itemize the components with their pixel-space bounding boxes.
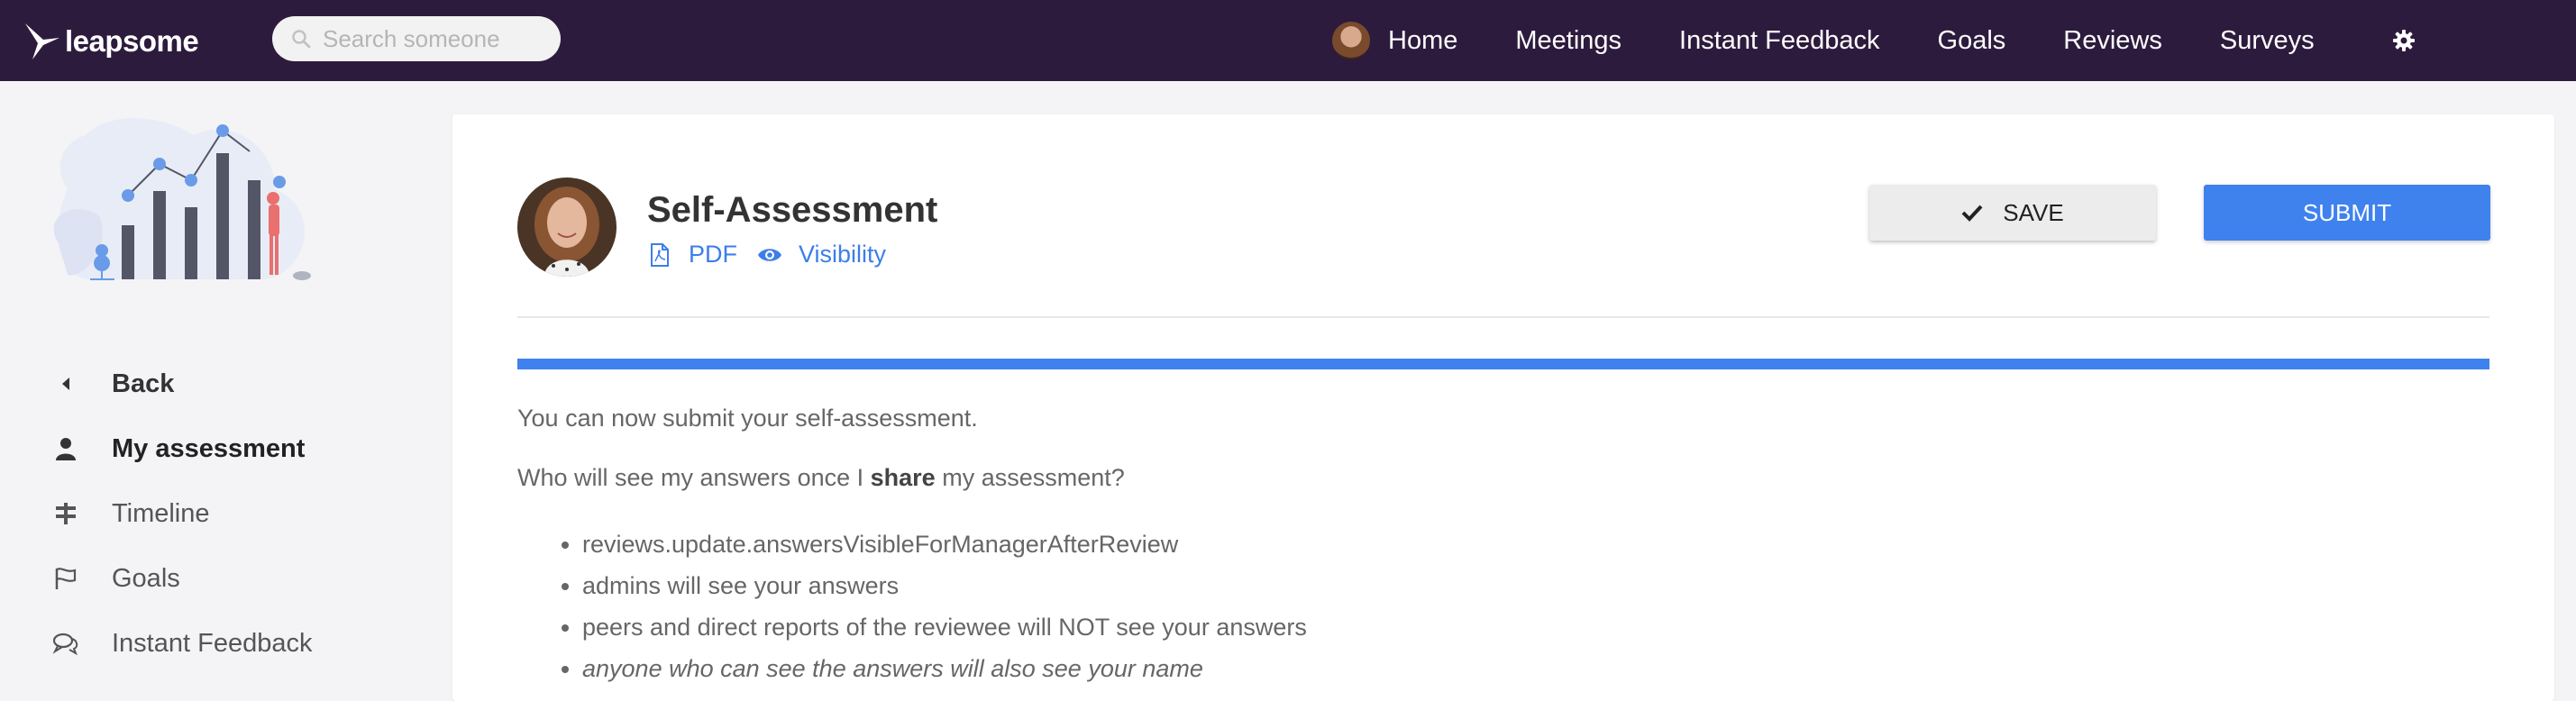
assessment-links: PDF Visibility	[647, 241, 890, 269]
signpost-icon	[52, 500, 79, 527]
intro-text: You can now submit your self-assessment.	[517, 405, 978, 432]
sidebar-item-label: Goals	[112, 563, 180, 593]
brand-logo[interactable]: leapsome	[23, 18, 199, 65]
header-divider	[517, 316, 2489, 318]
sidebar-item-label: My assessment	[112, 433, 306, 463]
question-prefix: Who will see my answers once I	[517, 464, 871, 491]
visibility-label: Visibility	[799, 241, 887, 268]
main-nav: Home Meetings Instant Feedback Goals Rev…	[1332, 0, 2417, 81]
caret-left-icon	[52, 370, 79, 397]
pdf-link[interactable]: PDF	[647, 241, 737, 269]
nav-instant-feedback[interactable]: Instant Feedback	[1679, 26, 1879, 56]
nav-goals[interactable]: Goals	[1938, 26, 2006, 56]
eye-icon	[758, 248, 781, 261]
list-item: peers and direct reports of the reviewee…	[582, 606, 2489, 648]
nav-surveys[interactable]: Surveys	[2220, 26, 2315, 56]
list-item: admins will see your answers	[582, 565, 2489, 606]
sidebar-item-back[interactable]: Back	[52, 351, 431, 416]
comments-icon	[52, 630, 79, 657]
brand-name: leapsome	[65, 24, 199, 58]
list-item: anyone who can see the answers will also…	[582, 648, 2489, 689]
question-suffix: my assessment?	[935, 464, 1125, 491]
leapsome-bird-icon	[25, 23, 59, 59]
sidebar-item-goals[interactable]: Goals	[52, 546, 431, 611]
top-navbar: leapsome Home Meetings Instant Feedback …	[0, 0, 2576, 81]
sidebar-item-label: Back	[112, 369, 175, 398]
sidebar-item-my-assessment[interactable]: My assessment	[52, 416, 431, 481]
check-icon	[1961, 205, 1983, 222]
list-item: reviews.update.answersVisibleForManagerA…	[582, 523, 2489, 565]
visibility-link[interactable]: Visibility	[757, 241, 886, 269]
nav-meetings[interactable]: Meetings	[1515, 26, 1621, 56]
submit-button[interactable]: SUBMIT	[2204, 185, 2490, 241]
question-bold: share	[870, 464, 936, 491]
flag-icon	[52, 565, 79, 592]
assessment-header: Self-Assessment PDF Visibility SAVE SUBM…	[517, 178, 2490, 277]
save-label: SAVE	[2003, 198, 2064, 226]
save-button[interactable]: SAVE	[1869, 185, 2156, 241]
growth-chart-illustration	[53, 118, 311, 280]
sidebar-menu: Back My assessment Timeline Goals Instan…	[52, 351, 431, 676]
sidebar: Back My assessment Timeline Goals Instan…	[0, 81, 451, 701]
visibility-list: reviews.update.answersVisibleForManagerA…	[582, 523, 2489, 689]
assessment-card: Self-Assessment PDF Visibility SAVE SUBM…	[452, 114, 2554, 701]
search-input[interactable]	[323, 24, 548, 53]
user-avatar[interactable]	[1332, 22, 1370, 59]
nav-reviews[interactable]: Reviews	[2063, 26, 2162, 56]
search-icon	[292, 30, 311, 49]
progress-bar	[517, 359, 2489, 369]
submission-info: You can now submit your self-assessment.…	[517, 405, 2489, 689]
page-title: Self-Assessment	[647, 190, 938, 230]
pdf-file-icon	[651, 242, 669, 267]
gear-icon[interactable]	[2390, 27, 2417, 54]
sidebar-item-label: Instant Feedback	[112, 628, 313, 658]
pdf-label: PDF	[689, 241, 737, 268]
sidebar-item-label: Timeline	[112, 498, 210, 528]
search-box[interactable]	[272, 16, 561, 61]
reviewee-avatar	[517, 178, 617, 277]
nav-home[interactable]: Home	[1388, 26, 1457, 56]
progress-bar-fill	[517, 359, 2489, 369]
user-icon	[52, 435, 79, 462]
sidebar-item-instant-feedback[interactable]: Instant Feedback	[52, 611, 431, 676]
sidebar-item-timeline[interactable]: Timeline	[52, 481, 431, 546]
visibility-question: Who will see my answers once I share my …	[517, 464, 2489, 491]
